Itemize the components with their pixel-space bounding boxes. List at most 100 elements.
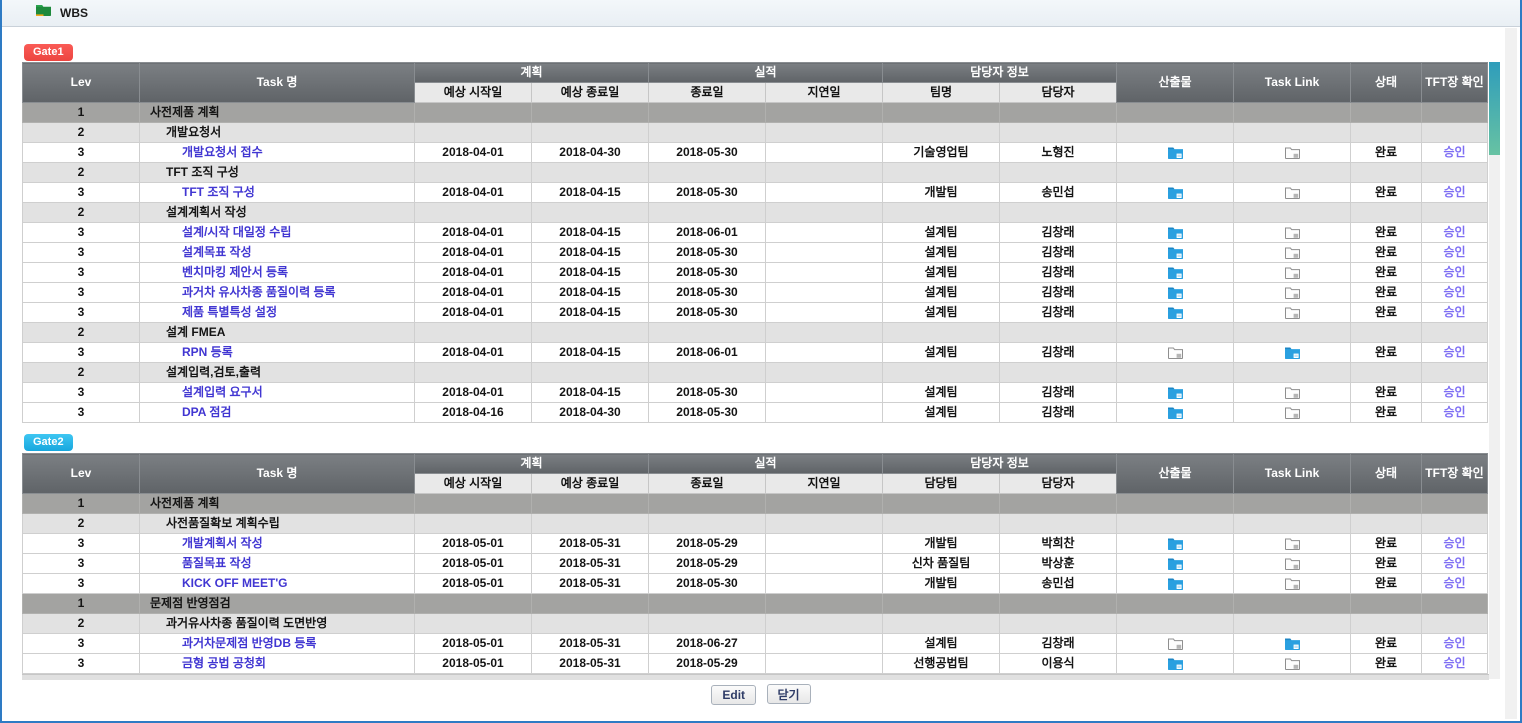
folder-filled-icon[interactable]: [1168, 537, 1183, 550]
folder-filled-icon[interactable]: [1285, 637, 1300, 650]
folder-filled-icon[interactable]: [1168, 226, 1183, 239]
approve-link[interactable]: 승인: [1443, 636, 1465, 650]
folder-filled-icon[interactable]: [1168, 386, 1183, 399]
approve-link[interactable]: 승인: [1443, 225, 1465, 239]
task-link-text[interactable]: 품질목표 작성: [182, 556, 252, 570]
task-link-text[interactable]: 설계입력 요구서: [182, 385, 263, 399]
folder-outline-icon[interactable]: [1285, 657, 1300, 670]
folder-filled-icon[interactable]: [1285, 346, 1300, 359]
task-link-text[interactable]: 설계/시작 대일정 수립: [182, 225, 291, 239]
folder-outline-icon[interactable]: [1285, 537, 1300, 550]
end-cell: 2018-05-30: [649, 303, 766, 323]
task-cell: 개발요청서 접수: [140, 143, 415, 163]
plan-start-cell: 2018-04-01: [415, 263, 532, 283]
confirm-cell: 승인: [1422, 534, 1488, 554]
confirm-cell: 승인: [1422, 223, 1488, 243]
folder-filled-icon[interactable]: [1168, 657, 1183, 670]
folder-filled-icon[interactable]: [1168, 186, 1183, 199]
folder-outline-icon[interactable]: [1285, 146, 1300, 159]
table-row: 1문제점 반영점검: [23, 594, 1488, 614]
folder-outline-icon[interactable]: [1285, 386, 1300, 399]
edit-button[interactable]: Edit: [711, 685, 756, 705]
plan-end-cell: [532, 614, 649, 634]
status-cell: [1351, 514, 1422, 534]
close-button[interactable]: 닫기: [767, 684, 811, 704]
approve-link[interactable]: 승인: [1443, 145, 1465, 159]
page-scrollbar-track[interactable]: [1505, 28, 1517, 719]
task-link-text[interactable]: RPN 등록: [182, 345, 233, 359]
delay-cell: [766, 654, 883, 674]
folder-outline-icon[interactable]: [1285, 557, 1300, 570]
plan-start-cell: 2018-04-16: [415, 403, 532, 423]
task-link-text[interactable]: 과거차문제점 반영DB 등록: [182, 636, 316, 650]
scrollbar-thumb[interactable]: [1489, 62, 1500, 155]
col-plan-end: 예상 종료일: [532, 83, 649, 103]
folder-outline-icon[interactable]: [1168, 637, 1183, 650]
table-row: 3개발계획서 작성2018-05-012018-05-312018-05-29개…: [23, 534, 1488, 554]
folder-outline-icon[interactable]: [1285, 406, 1300, 419]
folder-outline-icon[interactable]: [1285, 186, 1300, 199]
approve-link[interactable]: 승인: [1443, 265, 1465, 279]
folder-filled-icon[interactable]: [1168, 146, 1183, 159]
lev-cell: 2: [23, 323, 140, 343]
task-cell: 설계입력 요구서: [140, 383, 415, 403]
folder-filled-icon[interactable]: [1168, 246, 1183, 259]
folder-outline-icon[interactable]: [1285, 286, 1300, 299]
deliverable-cell: [1117, 403, 1234, 423]
folder-outline-icon[interactable]: [1168, 346, 1183, 359]
task-link-text[interactable]: 금형 공법 공청회: [182, 656, 266, 670]
task-link-cell: [1234, 534, 1351, 554]
folder-filled-icon[interactable]: [1168, 577, 1183, 590]
folder-outline-icon[interactable]: [1285, 266, 1300, 279]
plan-start-cell: 2018-04-01: [415, 243, 532, 263]
status-cell: [1351, 203, 1422, 223]
folder-outline-icon[interactable]: [1285, 306, 1300, 319]
folder-outline-icon[interactable]: [1285, 226, 1300, 239]
approve-link[interactable]: 승인: [1443, 405, 1465, 419]
approve-link[interactable]: 승인: [1443, 576, 1465, 590]
approve-link[interactable]: 승인: [1443, 245, 1465, 259]
confirm-cell: [1422, 594, 1488, 614]
approve-link[interactable]: 승인: [1443, 536, 1465, 550]
approve-link[interactable]: 승인: [1443, 345, 1465, 359]
task-link-text[interactable]: TFT 조직 구성: [182, 185, 255, 199]
folder-filled-icon[interactable]: [1168, 266, 1183, 279]
task-link-text[interactable]: 벤치마킹 제안서 등록: [182, 265, 288, 279]
table-row: 2설계계획서 작성: [23, 203, 1488, 223]
status-cell: 완료: [1351, 283, 1422, 303]
folder-filled-icon[interactable]: [1168, 306, 1183, 319]
folder-filled-icon[interactable]: [1168, 286, 1183, 299]
confirm-cell: 승인: [1422, 303, 1488, 323]
confirm-cell: [1422, 123, 1488, 143]
end-cell: [649, 494, 766, 514]
plan-end-cell: [532, 363, 649, 383]
table-row: 3과거차문제점 반영DB 등록2018-05-012018-05-312018-…: [23, 634, 1488, 654]
gate2-badge: Gate2: [24, 434, 73, 451]
folder-filled-icon[interactable]: [1168, 406, 1183, 419]
folder-outline-icon[interactable]: [1285, 577, 1300, 590]
team-cell: [883, 163, 1000, 183]
confirm-cell: [1422, 203, 1488, 223]
task-link-text[interactable]: KICK OFF MEET'G: [182, 576, 288, 590]
task-link-text[interactable]: 과거차 유사차종 품질이력 등록: [182, 285, 336, 299]
lev-cell: 2: [23, 514, 140, 534]
delay-cell: [766, 494, 883, 514]
approve-link[interactable]: 승인: [1443, 305, 1465, 319]
task-link-text[interactable]: 개발요청서 접수: [182, 145, 263, 159]
approve-link[interactable]: 승인: [1443, 285, 1465, 299]
task-link-text[interactable]: DPA 점검: [182, 405, 231, 419]
task-link-text[interactable]: 설계목표 작성: [182, 245, 252, 259]
approve-link[interactable]: 승인: [1443, 385, 1465, 399]
folder-filled-icon[interactable]: [1168, 557, 1183, 570]
table-row: 3금형 공법 공청회2018-05-012018-05-312018-05-29…: [23, 654, 1488, 674]
end-cell: 2018-05-30: [649, 383, 766, 403]
approve-link[interactable]: 승인: [1443, 185, 1465, 199]
approve-link[interactable]: 승인: [1443, 556, 1465, 570]
folder-outline-icon[interactable]: [1285, 246, 1300, 259]
task-link-text[interactable]: 개발계획서 작성: [182, 536, 263, 550]
owner-cell: 김창래: [1000, 383, 1117, 403]
table-scrollbar[interactable]: [1489, 62, 1500, 679]
task-link-text[interactable]: 제품 특별특성 설정: [182, 305, 277, 319]
approve-link[interactable]: 승인: [1443, 656, 1465, 670]
plan-start-cell: 2018-05-01: [415, 534, 532, 554]
